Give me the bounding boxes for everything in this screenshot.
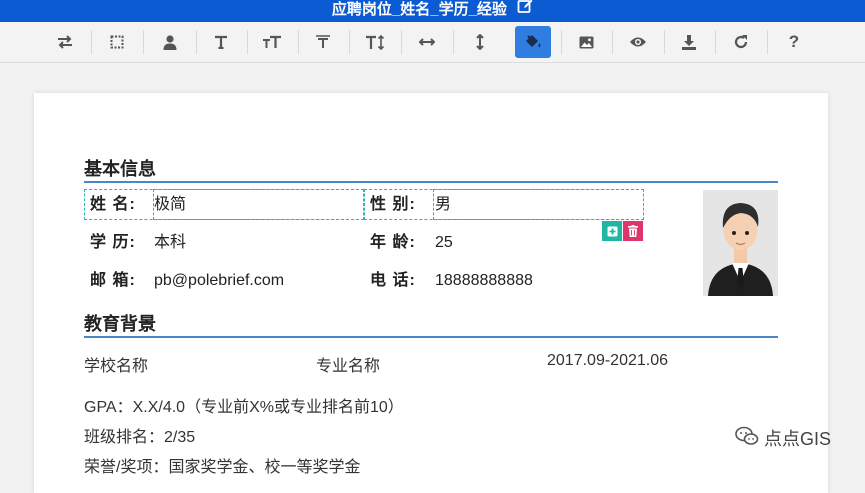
school-name[interactable]: 学校名称 [84, 352, 148, 376]
education-value[interactable]: 本科 [154, 228, 186, 258]
gpa-line[interactable]: GPA：X.X/4.0（专业前X%或专业排名前10） [84, 393, 404, 417]
phone-value[interactable]: 18888888888 [435, 266, 533, 296]
toolbar: ? [0, 22, 865, 63]
age-value[interactable]: 25 [435, 228, 453, 258]
swap-icon[interactable] [47, 26, 83, 58]
education-background-title: 教育背景 [84, 310, 778, 338]
download-icon[interactable] [671, 26, 707, 58]
help-icon[interactable]: ? [776, 26, 812, 58]
text-icon[interactable] [203, 26, 239, 58]
vertical-resize-icon[interactable] [462, 26, 498, 58]
gender-value[interactable]: 男 [435, 190, 451, 220]
crop-icon[interactable] [99, 26, 135, 58]
gender-value-outline [433, 189, 644, 220]
title-bar: 应聘岗位_姓名_学历_经验 [0, 0, 865, 22]
study-period[interactable]: 2017.09-2021.06 [547, 352, 668, 370]
phone-label: 电 话: [370, 272, 416, 289]
watermark: 点点GIS [735, 425, 831, 451]
font-size-icon[interactable] [254, 26, 290, 58]
major-name[interactable]: 专业名称 [316, 352, 380, 376]
delete-row-button[interactable] [623, 221, 643, 241]
redo-icon[interactable] [723, 26, 759, 58]
line-height-icon[interactable] [357, 26, 393, 58]
class-rank-line[interactable]: 班级排名：2/35 [84, 423, 195, 447]
name-value[interactable]: 极简 [154, 190, 186, 220]
wechat-icon [735, 426, 759, 451]
honors-line[interactable]: 荣誉/奖项：国家奖学金、校一等奖学金 [84, 453, 360, 477]
age-label: 年 龄: [370, 234, 416, 251]
gender-label: 性 别: [370, 196, 416, 213]
image-icon[interactable] [568, 26, 604, 58]
user-icon[interactable] [152, 26, 188, 58]
education-label: 学 历: [90, 234, 136, 251]
basic-info-title: 基本信息 [84, 155, 778, 183]
email-label: 邮 箱: [90, 272, 136, 289]
watermark-text: 点点GIS [764, 429, 832, 449]
name-label: 姓 名: [90, 196, 136, 213]
paint-bucket-icon[interactable] [515, 26, 551, 58]
document-title: 应聘岗位_姓名_学历_经验 [331, 1, 507, 19]
eye-icon[interactable] [620, 26, 656, 58]
resume-page: 基本信息 姓 名: 极简 性 别: 男 学 历: 本科 年 龄: 25 邮 箱:… [34, 93, 828, 493]
text-spacing-icon[interactable] [305, 26, 341, 58]
profile-photo[interactable] [703, 190, 778, 296]
horizontal-resize-icon[interactable] [409, 26, 445, 58]
add-row-button[interactable] [602, 221, 622, 241]
edit-title-icon[interactable] [517, 0, 533, 20]
email-value[interactable]: pb@polebrief.com [154, 266, 284, 296]
